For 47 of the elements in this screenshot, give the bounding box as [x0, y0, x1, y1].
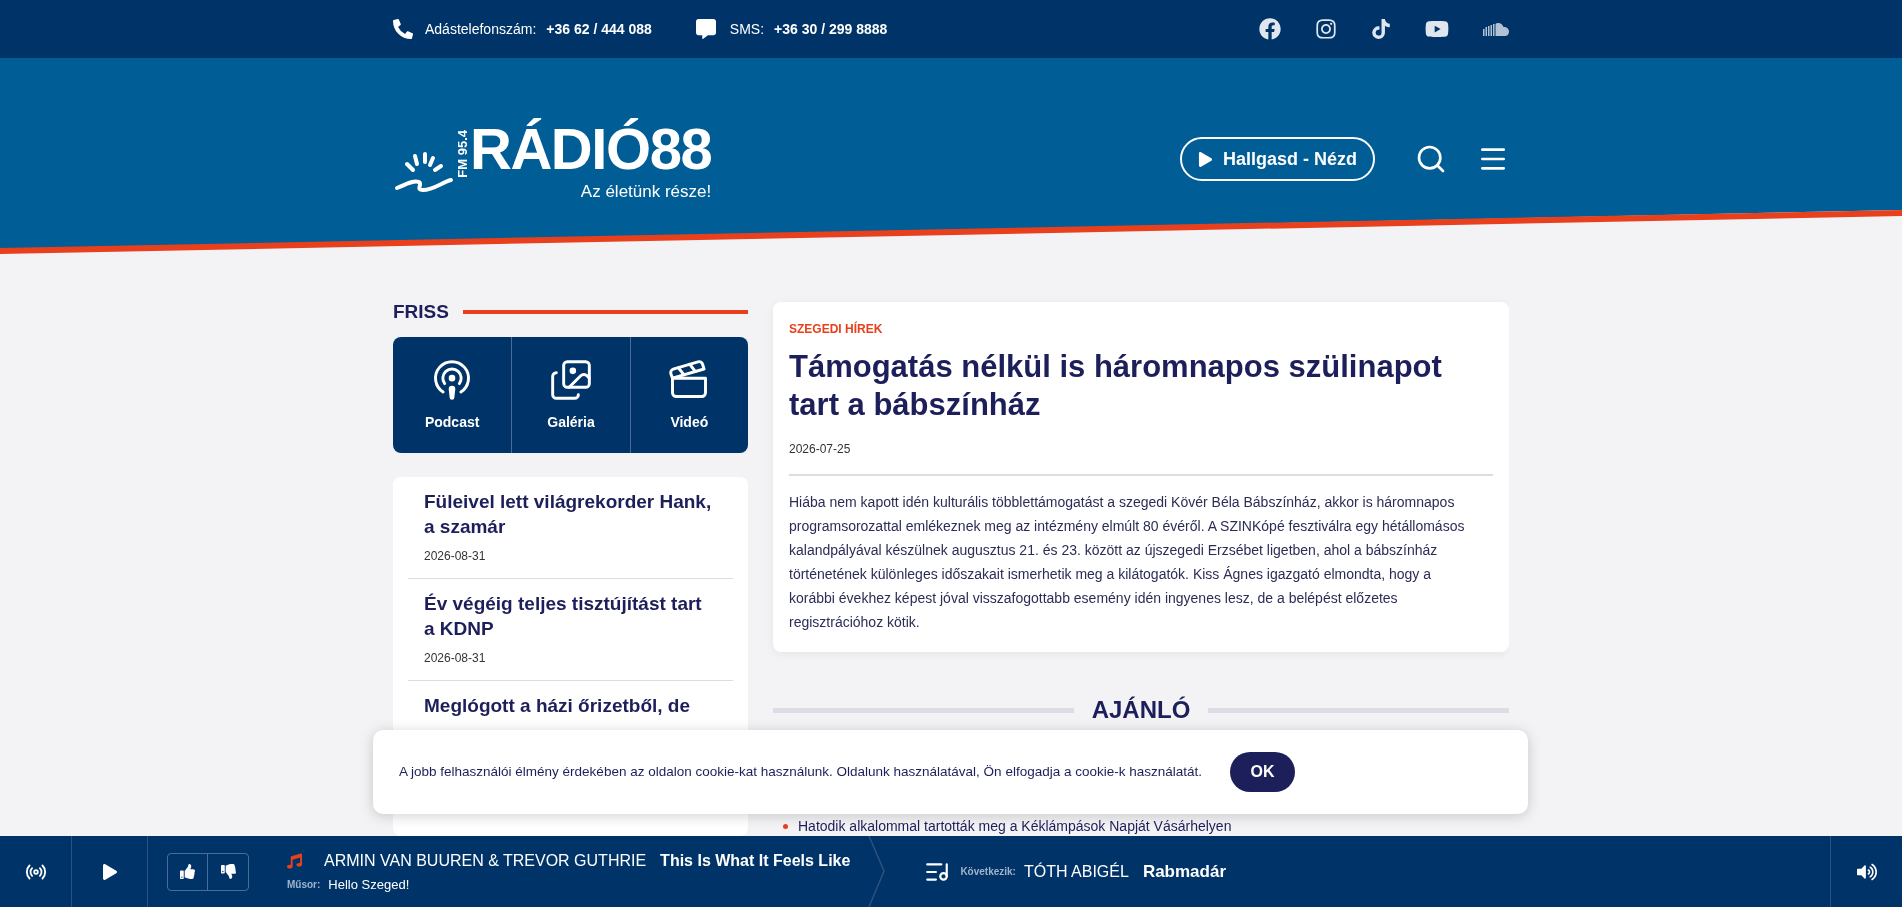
- category-tile[interactable]: Galéria: [511, 337, 630, 453]
- message-icon: [695, 19, 716, 39]
- recommended-link[interactable]: Hatodik alkalommal tartották meg a Kéklámpások Napját Vásárhelyen: [798, 818, 1232, 835]
- tiktok-icon[interactable]: [1371, 19, 1391, 39]
- phone-number: +36 62 / 444 088: [546, 19, 652, 39]
- sms-label: SMS:: [729, 19, 765, 39]
- news-date: 2026-08-31: [424, 548, 487, 565]
- now-playing-artist: ARMIN VAN BUUREN & TREVOR GUTHRIE: [324, 850, 647, 871]
- bullet-icon: [783, 824, 788, 829]
- section-title: FRISS: [393, 299, 449, 324]
- next-title: Rabmadár: [1142, 860, 1226, 883]
- category-tile[interactable]: Podcast: [393, 337, 512, 453]
- search-icon[interactable]: [1415, 143, 1447, 175]
- chevron-divider: [868, 836, 887, 907]
- ok-button[interactable]: OK: [1230, 752, 1295, 792]
- logo-tagline: Az életünk része!: [580, 182, 712, 202]
- images-icon: [549, 357, 593, 402]
- instagram-icon[interactable]: [1315, 18, 1337, 40]
- listen-button[interactable]: Hallgasd - Nézd: [1179, 137, 1375, 181]
- next-artist: TÓTH ABIGÉL: [1023, 861, 1129, 882]
- news-title[interactable]: Meglógott a házi őrizetből, de: [424, 693, 717, 718]
- news-title[interactable]: Füleivel lett világrekorder Hank, a szamár: [424, 489, 717, 539]
- news-title[interactable]: Év végéig teljes tisztújítást tart a KDNP: [424, 591, 717, 641]
- category-tile[interactable]: Videó: [629, 337, 748, 453]
- phone-icon: [393, 19, 413, 39]
- logo-wordmark: RÁDIÓ88: [470, 116, 712, 182]
- show-label: Műsor:: [287, 878, 321, 892]
- section-title: AJÁNLÓ: [1091, 695, 1191, 725]
- next-label: Következik:: [960, 865, 1016, 879]
- now-playing-title: This Is What It Feels Like: [660, 850, 851, 871]
- phone-label: Adástelefonszám:: [425, 19, 537, 39]
- article-title[interactable]: Támogatás nélkül is háromnapos szülinapot tart a bábszínház: [789, 348, 1493, 424]
- volume-icon: [1856, 861, 1877, 882]
- article-category[interactable]: SZEGEDI HÍREK: [789, 320, 1493, 338]
- show-name: Hello Szeged!: [328, 875, 410, 894]
- soundcloud-icon[interactable]: [1483, 22, 1509, 36]
- play-icon: [101, 863, 118, 880]
- cookie-text: A jobb felhasználói élmény érdekében az oldalon cookie-kat használunk. Oldalunk használatával, Ön elfogadja a cookie-k használatát.: [399, 762, 1202, 781]
- facebook-icon[interactable]: [1259, 18, 1281, 40]
- article-date: 2026-07-25: [789, 441, 852, 458]
- play-icon: [1197, 151, 1213, 167]
- logo-frequency: FM 95.4: [455, 130, 470, 178]
- thumbs-down-icon: [220, 864, 236, 879]
- thumbs-up-icon: [180, 864, 195, 879]
- article-body: Hiába nem kapott idén kulturális többlettámogatást a szegedi Kövér Béla Bábszínház, akkor is háromnapos programsorozattal emlékeznek meg az intézmény elmúlt 80 évéről. A SZINKópé fesztiválra egy hétállomásos kalandpályával készülnek augusztus 21. és 23. között az újszegedi Erzsébet ligetben, ahol a bábszínház történetének különleges időszakait ismerhetik meg a kilátogatók. Kiss Ágnes igazgató elmondta, hogy a korábbi évekhez képest jóval visszafogottabb esemény idén ingyenes lesz, de a belépést előzetes regisztrációhoz kötik.: [789, 493, 1466, 632]
- sms-number: +36 30 / 299 8888: [774, 19, 888, 39]
- news-date: 2026-08-31: [424, 650, 487, 667]
